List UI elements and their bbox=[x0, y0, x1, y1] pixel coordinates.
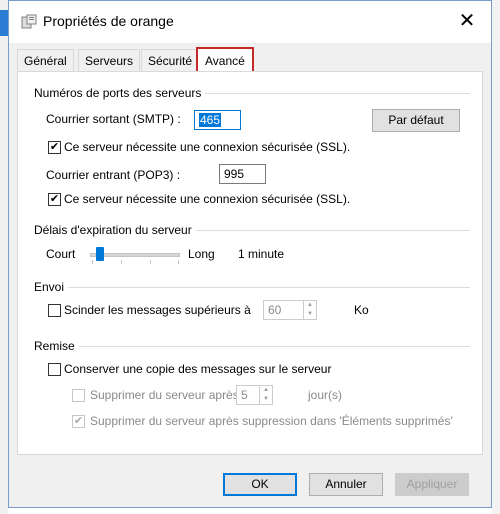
chevron-down-icon[interactable]: ▼ bbox=[260, 395, 272, 404]
chevron-up-icon[interactable]: ▲ bbox=[260, 386, 272, 395]
slider-tick bbox=[150, 260, 151, 264]
remove-deleted-label: Supprimer du serveur après suppression d… bbox=[90, 414, 453, 428]
timeout-heading: Délais d'expiration du serveur bbox=[34, 223, 196, 237]
apply-button[interactable]: Appliquer bbox=[395, 473, 469, 496]
background-window-edge bbox=[0, 0, 8, 514]
account-icon bbox=[21, 14, 37, 29]
delivery-heading: Remise bbox=[34, 339, 79, 353]
group-divider bbox=[34, 287, 470, 288]
properties-dialog: Propriétés de orange ✕ Général Serveurs … bbox=[8, 0, 492, 508]
advanced-panel: Numéros de ports des serveurs Courrier s… bbox=[17, 71, 483, 455]
remove-after-label: Supprimer du serveur après bbox=[90, 388, 239, 402]
group-divider bbox=[34, 346, 470, 347]
remove-after-checkbox[interactable] bbox=[72, 389, 85, 402]
smtp-ssl-checkbox[interactable]: ✔ bbox=[48, 141, 61, 154]
split-messages-label: Scinder les messages supérieurs à bbox=[64, 303, 251, 317]
ports-heading: Numéros de ports des serveurs bbox=[34, 86, 206, 100]
chevron-down-icon[interactable]: ▼ bbox=[304, 310, 316, 319]
send-heading: Envoi bbox=[34, 280, 69, 294]
close-icon[interactable]: ✕ bbox=[455, 9, 479, 33]
background-window-edge-right bbox=[492, 0, 500, 514]
tab-general[interactable]: Général bbox=[17, 49, 74, 72]
pop3-port-input[interactable]: 995 bbox=[219, 164, 266, 184]
smtp-port-input[interactable]: 465 bbox=[194, 110, 241, 130]
timeout-short-label: Court bbox=[46, 247, 76, 261]
slider-tick bbox=[92, 260, 93, 264]
cancel-button[interactable]: Annuler bbox=[309, 473, 383, 496]
ok-button[interactable]: OK bbox=[223, 473, 297, 496]
chevron-up-icon[interactable]: ▲ bbox=[304, 301, 316, 310]
split-size-unit: Ko bbox=[354, 303, 369, 317]
days-label: jour(s) bbox=[308, 388, 343, 402]
remove-after-days-input[interactable]: 5 bbox=[236, 385, 260, 405]
pop3-port-label: Courrier entrant (POP3) : bbox=[46, 168, 181, 182]
title-bar[interactable]: Propriétés de orange ✕ bbox=[9, 1, 491, 43]
keep-copy-checkbox[interactable] bbox=[48, 363, 61, 376]
slider-tick bbox=[121, 260, 122, 264]
split-size-input[interactable]: 60 bbox=[263, 300, 304, 320]
background-window-tab bbox=[0, 10, 8, 36]
timeout-value: 1 minute bbox=[238, 247, 285, 261]
split-size-stepper[interactable]: ▲ ▼ bbox=[304, 300, 317, 320]
remove-deleted-checkbox[interactable]: ✔ bbox=[72, 415, 85, 428]
window-title: Propriétés de orange bbox=[43, 13, 174, 29]
tab-security[interactable]: Sécurité bbox=[141, 49, 200, 72]
smtp-port-label: Courrier sortant (SMTP) : bbox=[46, 112, 181, 126]
smtp-ssl-label: Ce serveur nécessite une connexion sécur… bbox=[64, 140, 351, 154]
split-messages-checkbox[interactable] bbox=[48, 304, 61, 317]
tab-servers[interactable]: Serveurs bbox=[78, 49, 141, 72]
timeout-slider-thumb[interactable] bbox=[95, 247, 104, 261]
remove-after-stepper[interactable]: ▲ ▼ bbox=[260, 385, 273, 405]
slider-tick bbox=[178, 260, 179, 264]
keep-copy-label: Conserver une copie des messages sur le … bbox=[64, 362, 332, 376]
smtp-port-value: 465 bbox=[199, 113, 222, 127]
pop3-ssl-label: Ce serveur nécessite une connexion sécur… bbox=[64, 192, 351, 206]
default-ports-button[interactable]: Par défaut bbox=[372, 109, 460, 132]
pop3-ssl-checkbox[interactable]: ✔ bbox=[48, 193, 61, 206]
timeout-long-label: Long bbox=[188, 247, 215, 261]
